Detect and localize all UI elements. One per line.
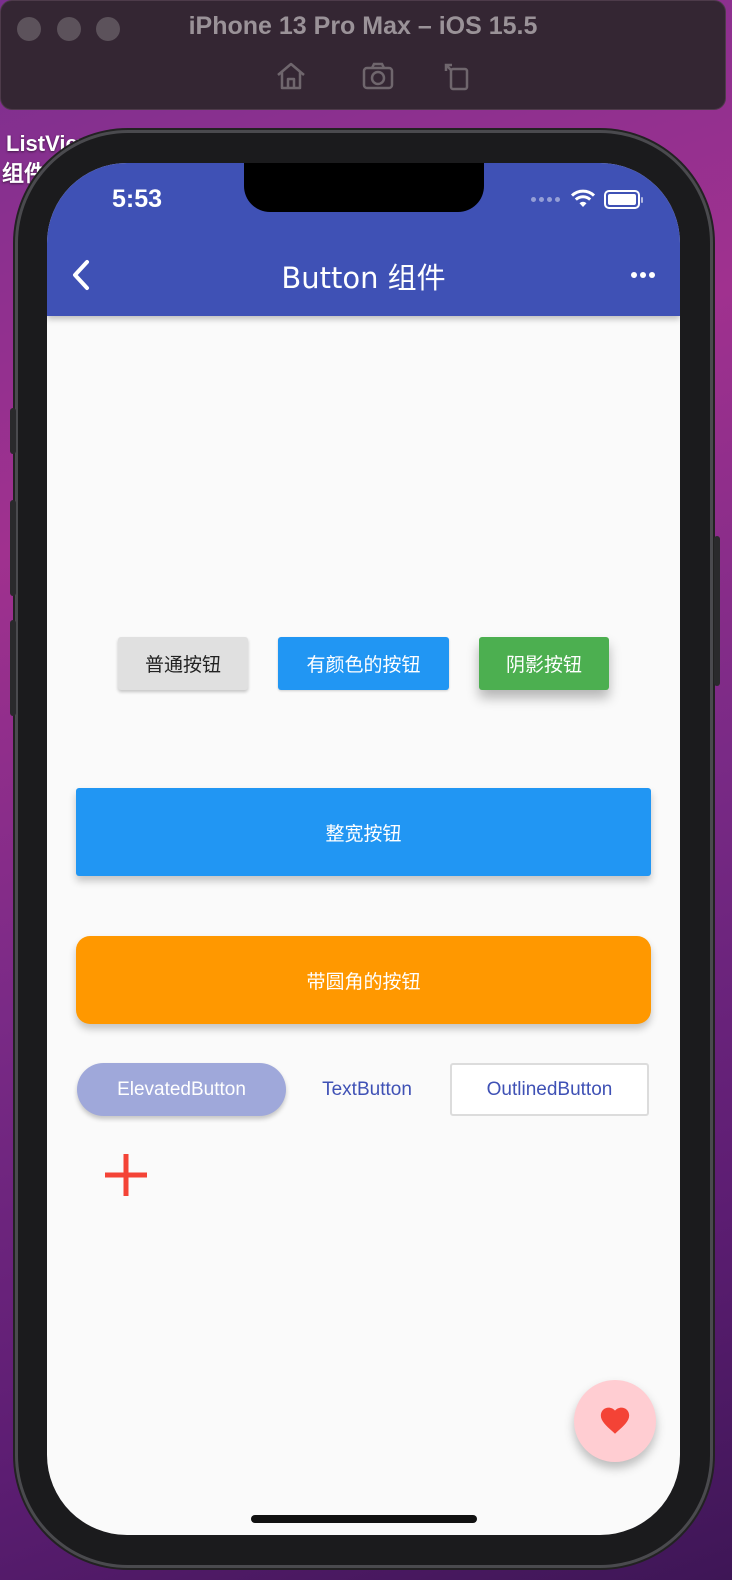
battery-icon: [604, 189, 643, 209]
heart-icon: [600, 1407, 630, 1434]
more-horizontal-icon[interactable]: [626, 261, 660, 289]
shadow-button[interactable]: 阴影按钮: [479, 637, 609, 690]
add-icon[interactable]: [101, 1150, 151, 1200]
phone-screen: 5:53 Button 组件 普通按钮 有颜色的按钮 阴影按钮 整宽按钮 带圆角…: [47, 163, 680, 1535]
plain-button[interactable]: 普通按钮: [118, 637, 248, 690]
rounded-button[interactable]: 带圆角的按钮: [76, 936, 651, 1024]
favorite-fab[interactable]: [574, 1380, 656, 1462]
phone-side-button: [10, 408, 16, 454]
status-icons: [531, 189, 643, 209]
wifi-icon: [570, 189, 596, 207]
simulator-title-bar: iPhone 13 Pro Max – iOS 15.5: [0, 0, 726, 110]
home-icon[interactable]: [274, 59, 308, 93]
simulator-title: iPhone 13 Pro Max – iOS 15.5: [188, 12, 538, 40]
screenshot-icon[interactable]: [361, 59, 395, 93]
elevated-button[interactable]: ElevatedButton: [77, 1063, 286, 1116]
outlined-button[interactable]: OutlinedButton: [450, 1063, 649, 1116]
home-indicator[interactable]: [251, 1515, 477, 1523]
signal-icon: [531, 196, 560, 202]
status-time: 5:53: [112, 185, 163, 213]
colored-button[interactable]: 有颜色的按钮: [278, 637, 449, 690]
phone-side-button: [714, 536, 720, 686]
phone-side-button: [10, 500, 16, 596]
text-button[interactable]: TextButton: [302, 1063, 432, 1116]
phone-side-button: [10, 620, 16, 716]
page-title: Button 组件: [281, 261, 446, 295]
full-width-button[interactable]: 整宽按钮: [76, 788, 651, 876]
phone-notch: [244, 163, 484, 212]
rotate-icon[interactable]: [441, 59, 475, 93]
